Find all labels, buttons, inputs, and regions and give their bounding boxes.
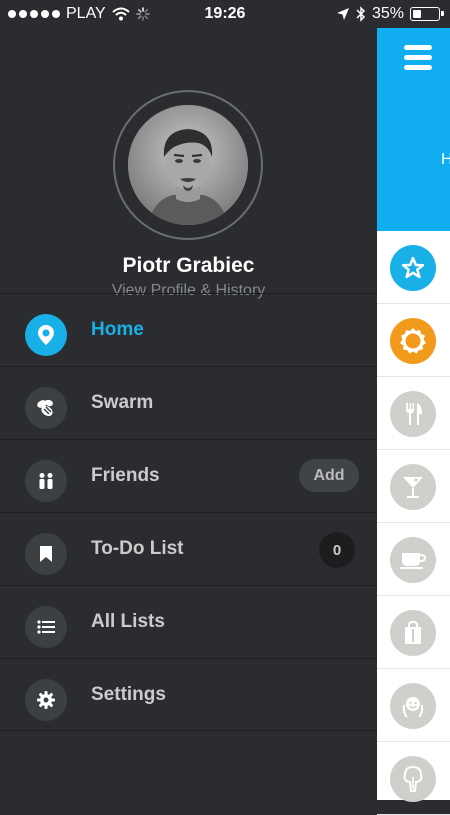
category-item[interactable] (377, 596, 450, 669)
status-icons: 35% (336, 5, 444, 23)
category-item[interactable] (377, 231, 450, 304)
add-friends-button[interactable]: Add (299, 459, 359, 492)
main-content-peek[interactable]: H (377, 28, 450, 815)
menu-label-todo-list: To-Do List (91, 538, 184, 559)
menu-label-settings: Settings (91, 684, 166, 705)
menu-item-all-lists[interactable]: All Lists (0, 585, 377, 658)
profile-name[interactable]: Piotr Grabiec (0, 254, 377, 278)
shopping-bag-icon (390, 610, 436, 656)
category-list (377, 231, 450, 815)
bookmark-icon (25, 533, 67, 575)
location-arrow-icon (336, 8, 349, 20)
category-item[interactable] (377, 742, 450, 815)
todo-count-badge: 0 (319, 532, 355, 568)
avatar[interactable] (128, 105, 248, 225)
friends-icon (25, 460, 67, 502)
category-item[interactable] (377, 304, 450, 377)
coffee-cup-icon (390, 537, 436, 583)
menu-label-friends: Friends (91, 465, 160, 486)
location-pin-icon (25, 314, 67, 356)
avatar-photo (128, 105, 248, 225)
status-bar: PLAY 19:26 35% (0, 0, 450, 28)
list-icon (25, 606, 67, 648)
bee-icon (25, 387, 67, 429)
drawer-menu: Home Swarm Friends Add To-Do List 0 All … (0, 293, 377, 731)
menu-label-home: Home (91, 319, 144, 340)
category-item[interactable] (377, 377, 450, 450)
gear-icon (25, 679, 67, 721)
side-drawer: Piotr Grabiec View Profile & History Hom… (0, 0, 377, 800)
badge-icon (390, 318, 436, 364)
menu-item-friends[interactable]: Friends Add (0, 439, 377, 512)
bluetooth-icon (356, 6, 366, 22)
profile-section[interactable]: Piotr Grabiec View Profile & History (0, 28, 377, 299)
tree-icon (390, 756, 436, 802)
fork-knife-icon (390, 391, 436, 437)
menu-label-all-lists: All Lists (91, 611, 165, 632)
hamburger-menu-icon[interactable] (404, 45, 432, 75)
category-item[interactable] (377, 669, 450, 742)
smiley-person-icon (390, 683, 436, 729)
menu-item-home[interactable]: Home (0, 293, 377, 366)
category-item[interactable] (377, 450, 450, 523)
star-icon (390, 245, 436, 291)
main-header: H (377, 28, 450, 231)
menu-label-swarm: Swarm (91, 392, 154, 413)
header-text-fragment: H (441, 151, 450, 168)
cocktail-icon (390, 464, 436, 510)
battery-icon (410, 7, 444, 21)
menu-item-todo-list[interactable]: To-Do List 0 (0, 512, 377, 585)
avatar-ring (113, 90, 263, 240)
menu-item-swarm[interactable]: Swarm (0, 366, 377, 439)
category-item[interactable] (377, 523, 450, 596)
menu-item-settings[interactable]: Settings (0, 658, 377, 731)
battery-percent: 35% (371, 5, 404, 22)
battery-fill (413, 10, 421, 18)
